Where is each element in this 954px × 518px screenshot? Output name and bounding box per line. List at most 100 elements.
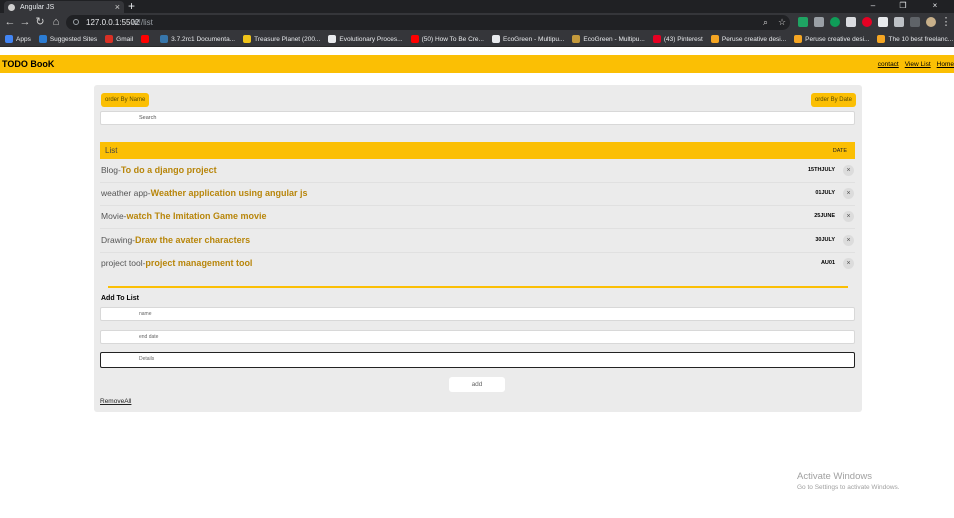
bookmark-item[interactable]: EcoGreen - Multipu... [491, 35, 564, 43]
delete-item-icon[interactable]: × [843, 258, 854, 269]
bookmark-label: Evolutionary Proces... [339, 35, 403, 43]
profile-avatar[interactable] [926, 17, 936, 27]
watermark-title: Activate Windows [797, 471, 872, 482]
new-tab-icon[interactable]: + [128, 0, 135, 12]
bookmark-label: Gmail [116, 35, 134, 43]
list-item: Movie-watch The Imitation Game movie 25J… [100, 206, 855, 229]
bookmark-favicon-icon [572, 35, 581, 43]
grammarly-extension-icon[interactable] [798, 17, 808, 27]
todo-panel: order By Name order By Date Search List … [94, 85, 862, 412]
bookmark-label: 3.7.2rc1 Documenta... [171, 35, 236, 43]
bookmark-favicon-icon [491, 35, 500, 43]
window-close-icon[interactable]: × [920, 0, 950, 13]
reload-icon[interactable]: ↻ [34, 15, 46, 29]
add-to-list-heading: Add To List [101, 295, 139, 302]
bookmark-favicon-icon [794, 35, 803, 43]
nav-link-home[interactable]: Home [937, 61, 954, 68]
site-info-icon[interactable] [73, 19, 79, 25]
bookmark-favicon-icon [105, 35, 114, 43]
tool-extension-icon[interactable] [878, 17, 888, 27]
home-icon[interactable]: ⌂ [50, 15, 62, 29]
search-input[interactable]: Search [100, 111, 855, 125]
item-category: project tool-project management tool [101, 258, 253, 268]
bookmark-item[interactable]: 3.7.2rc1 Documenta... [160, 35, 235, 43]
item-category: Movie-watch The Imitation Game movie [101, 211, 267, 221]
bookmark-item[interactable]: Gmail [105, 35, 133, 43]
list-header: List DATE [100, 142, 855, 159]
nav-link-contact[interactable]: contact [878, 61, 899, 68]
browser-tab[interactable]: Angular JS × [4, 1, 124, 13]
remove-all-link[interactable]: RemoveAll [100, 398, 131, 405]
browser-toolbar: ← → ↻ ⌂ 127.0.0.1:5502 /#!/list ⌕ ☆ ⋮ [0, 13, 954, 32]
bookmark-item[interactable]: Suggested Sites [38, 35, 97, 43]
bookmark-item[interactable] [141, 35, 152, 43]
bookmark-label: (50) How To Be Cre... [421, 35, 484, 43]
bookmark-item[interactable]: Treasure Planet (200... [243, 35, 320, 43]
maximize-icon[interactable]: ❐ [888, 0, 918, 13]
camera-extension-icon[interactable] [814, 17, 824, 27]
details-input[interactable]: Details [100, 352, 855, 368]
zoom-search-icon[interactable]: ⌕ [763, 16, 768, 29]
bookmark-label: The 10 best freelanc... [888, 35, 954, 43]
item-date: 01JULY [815, 190, 835, 196]
list-title: List [105, 146, 118, 155]
item-date: 15THJULY [807, 167, 835, 173]
item-task: To do a django project [120, 165, 217, 175]
add-button[interactable]: add [449, 377, 505, 392]
bookmark-item[interactable]: (50) How To Be Cre... [410, 35, 484, 43]
tab-close-icon[interactable]: × [115, 2, 120, 12]
delete-item-icon[interactable]: × [843, 188, 854, 199]
bookmark-favicon-icon [877, 35, 886, 43]
end-date-input[interactable]: end date [100, 330, 855, 344]
delete-item-icon[interactable]: × [843, 165, 854, 176]
windows-activation-watermark: Activate Windows Go to Settings to activ… [797, 471, 900, 491]
bookmark-item[interactable]: Evolutionary Proces... [328, 35, 403, 43]
bookmark-favicon-icon [141, 35, 150, 43]
url-path: /#!/list [132, 18, 153, 27]
bookmark-favicon-icon [160, 35, 169, 43]
nav-link-view-list[interactable]: View List [905, 61, 931, 68]
item-task: watch The Imitation Game movie [126, 211, 267, 221]
bookmark-item[interactable]: The 10 best freelanc... [877, 35, 953, 43]
order-by-name-button[interactable]: order By Name [101, 93, 150, 107]
name-input[interactable]: name [100, 307, 855, 321]
order-by-date-button[interactable]: order By Date [810, 93, 856, 107]
date-column-header: DATE [832, 148, 847, 154]
green-extension-icon[interactable] [830, 17, 840, 27]
delete-item-icon[interactable]: × [843, 235, 854, 246]
extensions-puzzle-icon[interactable] [894, 17, 904, 27]
bookmark-favicon-icon [38, 35, 47, 43]
bookmark-star-icon[interactable]: ☆ [778, 16, 786, 29]
address-bar[interactable]: 127.0.0.1:5502 /#!/list ⌕ ☆ [66, 15, 790, 30]
minimize-icon[interactable]: – [858, 0, 888, 13]
bookmark-item[interactable]: Apps [5, 35, 31, 43]
browser-menu-icon[interactable]: ⋮ [940, 15, 952, 29]
bookmark-favicon-icon [710, 35, 719, 43]
media-icon[interactable] [910, 17, 920, 27]
bookmark-label: Peruse creative desi... [721, 35, 787, 43]
pinterest-extension-icon[interactable] [862, 17, 872, 27]
bookmark-item[interactable]: (43) Pinterest [652, 35, 703, 43]
bookmark-item[interactable]: Peruse creative desi... [710, 35, 787, 43]
bookmark-label: Peruse creative desi... [805, 35, 870, 43]
item-date: 25JUNE [814, 213, 835, 219]
list-item: Drawing-Draw the avater characters 30JUL… [100, 230, 855, 253]
item-task: Weather application using angular js [150, 188, 308, 198]
delete-item-icon[interactable]: × [843, 211, 854, 222]
page-extension-icon[interactable] [846, 17, 856, 27]
browser-tab-strip: Angular JS × + – ❐ × [0, 0, 954, 13]
item-task: project management tool [145, 258, 253, 268]
list-item: Blog-To do a django project 15THJULY × [100, 160, 855, 183]
item-category: weather app-Weather application using an… [101, 188, 308, 198]
bookmark-favicon-icon [410, 35, 419, 43]
bookmarks-bar: Apps Suggested Sites Gmail 3.7.2rc1 Documen… [0, 32, 954, 47]
header-nav: contact View List Home [878, 61, 954, 68]
bookmark-label: EcoGreen - Multipu... [583, 35, 645, 43]
back-icon[interactable]: ← [4, 15, 16, 29]
list-item: weather app-Weather application using an… [100, 183, 855, 206]
bookmark-item[interactable]: EcoGreen - Multipu... [572, 35, 645, 43]
bookmark-item[interactable]: Peruse creative desi... [794, 35, 869, 43]
bookmark-favicon-icon [5, 35, 13, 43]
forward-icon[interactable]: → [19, 15, 31, 29]
watermark-subtitle: Go to Settings to activate Windows. [797, 484, 900, 491]
